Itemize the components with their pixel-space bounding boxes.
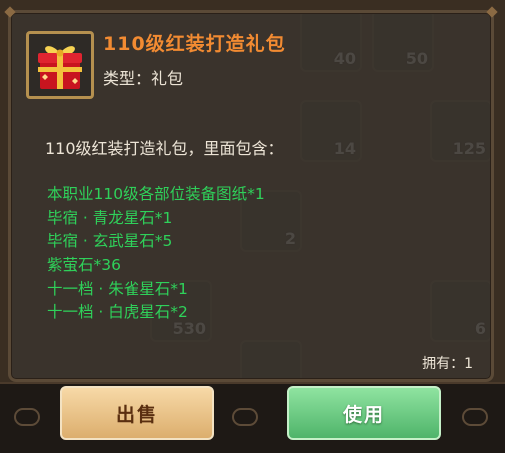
- cloud-ornament: [462, 408, 488, 426]
- list-item: 毕宿 · 玄武星石*5: [47, 232, 173, 251]
- use-button[interactable]: 使用: [287, 386, 441, 440]
- item-title: 110级红装打造礼包: [103, 33, 286, 55]
- owned-count: 拥有：1: [422, 356, 473, 372]
- gift-box-icon: [38, 46, 82, 89]
- list-item: 本职业110级各部位装备图纸*1: [47, 185, 265, 203]
- item-type-label: 类型：: [103, 69, 152, 88]
- list-item: 毕宿 · 青龙星石*1: [47, 208, 173, 227]
- item-icon-frame: [26, 31, 94, 99]
- list-item: 十一档 · 白虎星石*2: [47, 303, 188, 322]
- cloud-ornament: [232, 408, 258, 426]
- item-type-value: 礼包: [151, 69, 184, 88]
- list-item: 十一档 · 朱雀星石*1: [47, 279, 188, 298]
- sell-button[interactable]: 出售: [60, 386, 214, 440]
- cloud-ornament: [14, 408, 40, 426]
- item-tooltip-panel: 110级红装打造礼包 类型：礼包 110级红装打造礼包，里面包含： 本职业110…: [4, 6, 498, 382]
- contents-list: 本职业110级各部位装备图纸*1 毕宿 · 青龙星石*1 毕宿 · 玄武星石*5…: [47, 183, 265, 325]
- list-item: 紫萤石*36: [47, 256, 121, 275]
- description-header: 110级红装打造礼包，里面包含：: [45, 139, 284, 158]
- item-type: 类型：礼包: [103, 65, 183, 89]
